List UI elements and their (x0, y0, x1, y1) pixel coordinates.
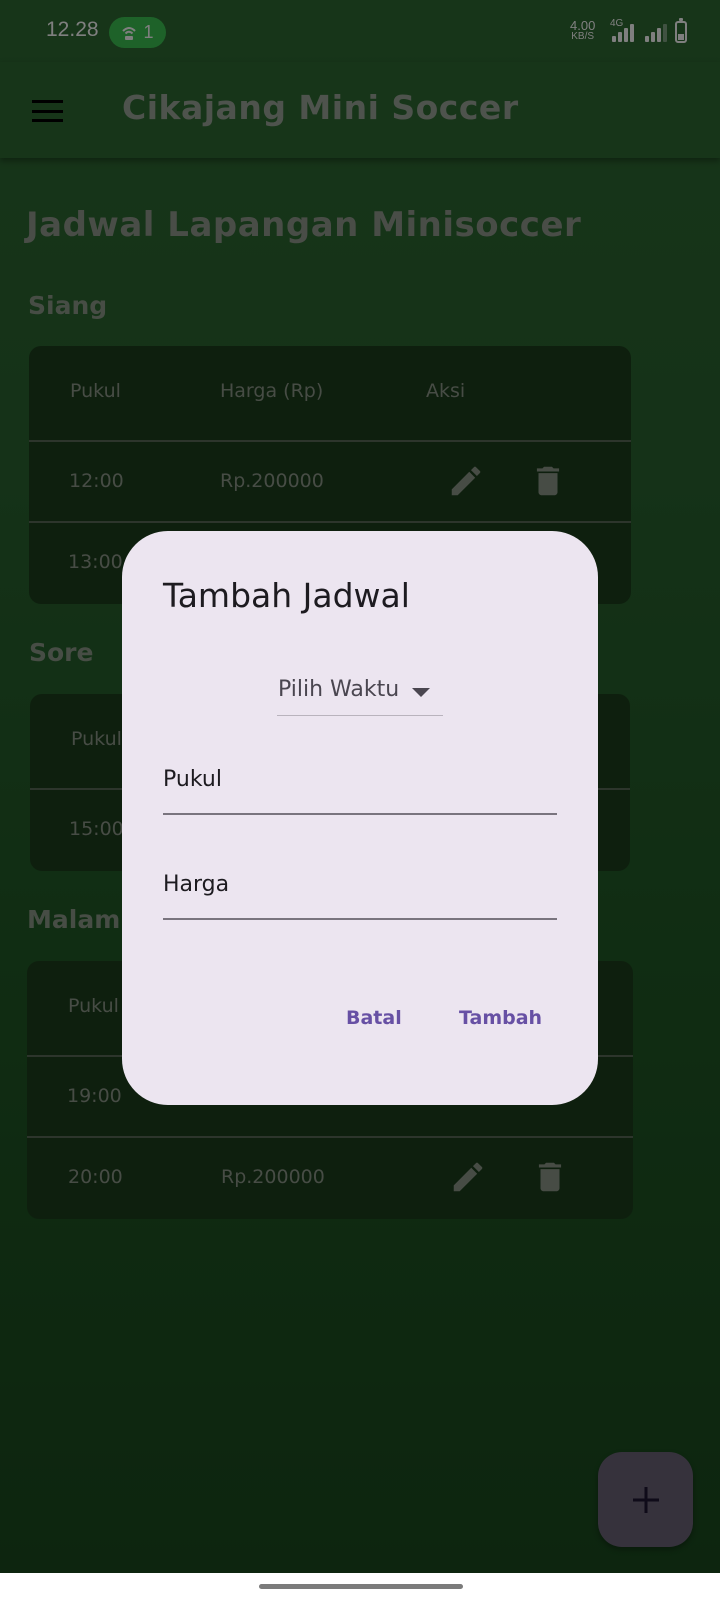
price-input[interactable] (163, 872, 557, 897)
cancel-button[interactable]: Batal (340, 1003, 408, 1033)
time-input[interactable] (163, 767, 557, 792)
add-schedule-dialog: Tambah Jadwal Pilih Waktu Batal Tambah (122, 531, 598, 1105)
price-field[interactable] (163, 858, 557, 920)
dropdown-label: Pilih Waktu (278, 677, 400, 702)
home-gesture-handle[interactable] (259, 1584, 463, 1589)
caret-down-icon (412, 688, 430, 697)
time-period-dropdown[interactable]: Pilih Waktu (277, 673, 443, 716)
add-button[interactable]: Tambah (453, 1003, 548, 1033)
dialog-title: Tambah Jadwal (163, 576, 410, 615)
time-field[interactable] (163, 753, 557, 815)
